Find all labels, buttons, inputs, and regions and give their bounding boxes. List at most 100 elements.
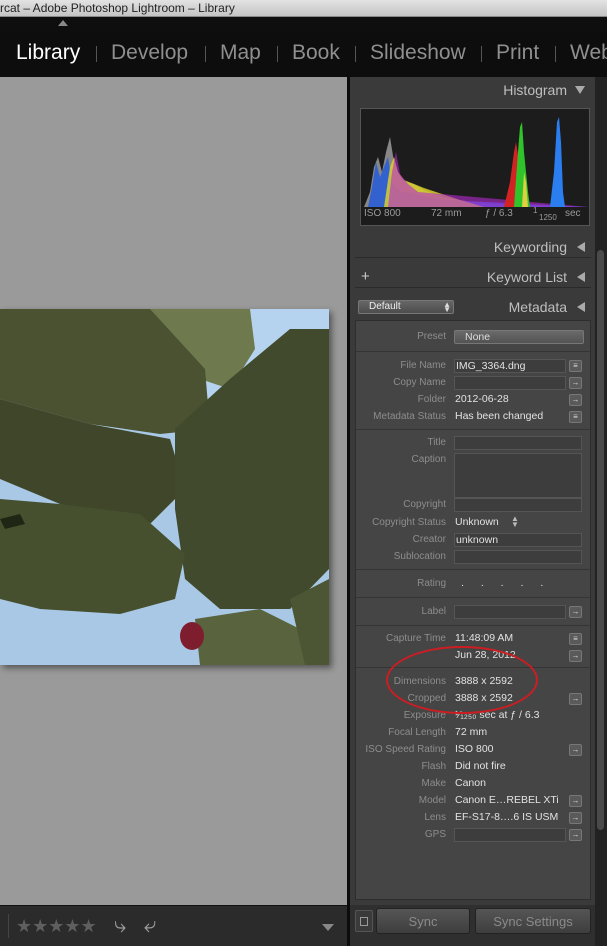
sync-lock-button[interactable] — [355, 910, 373, 932]
copy-name-label: Copy Name — [393, 377, 446, 388]
histogram-display[interactable]: ISO 800 72 mm ƒ / 6.3 1 1250 sec — [360, 108, 590, 226]
arrow-icon[interactable]: → — [569, 744, 582, 756]
collapse-top-panel-icon[interactable] — [58, 20, 68, 26]
histogram-shutter-unit: sec — [565, 208, 581, 219]
title-field[interactable] — [454, 436, 582, 450]
folder-value: 2012-06-28 — [455, 393, 509, 405]
lens-row: Lens EF-S17-8….6 IS USM → — [356, 809, 590, 826]
module-book[interactable]: Book — [292, 41, 340, 65]
metadata-status-row: Metadata Status Has been changed ≡ — [356, 408, 590, 425]
photo-preview[interactable] — [0, 309, 329, 665]
divider — [356, 351, 590, 352]
histogram-header[interactable]: Histogram — [355, 79, 591, 101]
sync-settings-button[interactable]: Sync Settings — [475, 908, 591, 934]
preset-select[interactable]: None — [454, 330, 584, 344]
module-map[interactable]: Map — [220, 41, 261, 65]
module-develop[interactable]: Develop — [111, 41, 188, 65]
keywording-title: Keywording — [493, 239, 567, 255]
copyright-field[interactable] — [454, 498, 582, 512]
rotate-left-icon[interactable]: ⤷ — [114, 912, 126, 938]
arrow-icon[interactable]: → — [569, 812, 582, 824]
sync-button[interactable]: Sync — [376, 908, 470, 934]
rating-row: Rating . . . . . — [356, 575, 590, 592]
module-web[interactable]: Web — [570, 41, 607, 65]
keywording-header[interactable]: Keywording — [355, 236, 591, 258]
copy-name-field[interactable] — [454, 376, 566, 390]
expand-left-icon[interactable] — [577, 302, 585, 312]
lens-label: Lens — [424, 812, 446, 823]
loupe-viewer[interactable] — [0, 77, 347, 905]
rating-dots[interactable]: . . . . . — [460, 577, 588, 591]
list-icon[interactable]: ≡ — [569, 633, 582, 645]
list-icon[interactable]: ≡ — [569, 411, 582, 423]
histogram-title: Histogram — [503, 82, 567, 98]
divider — [356, 625, 590, 626]
sublocation-row: Sublocation — [356, 548, 590, 565]
metadata-status-value: Has been changed — [455, 410, 544, 422]
gps-field[interactable] — [454, 828, 566, 842]
arrow-icon[interactable]: → — [569, 795, 582, 807]
module-slideshow[interactable]: Slideshow — [370, 41, 466, 65]
module-print[interactable]: Print — [496, 41, 539, 65]
make-row: Make Canon — [356, 775, 590, 792]
arrow-icon[interactable]: → — [569, 394, 582, 406]
creator-row: Creator unknown — [356, 531, 590, 548]
divider — [356, 429, 590, 430]
histogram-focal: 72 mm — [431, 208, 462, 219]
top-panel-strip[interactable] — [0, 17, 607, 31]
copyright-label: Copyright — [403, 499, 446, 510]
module-library[interactable]: Library — [16, 41, 80, 65]
copyright-row: Copyright — [356, 496, 590, 513]
collapse-down-icon[interactable] — [575, 86, 585, 94]
arrow-icon[interactable]: → — [569, 693, 582, 705]
capture-time-label: Capture Time — [385, 633, 446, 644]
metadata-view-select[interactable]: Default ▲ ▼ — [358, 300, 454, 314]
star-rating[interactable]: ★★★★★ — [16, 916, 97, 937]
copyright-status-row: Copyright Status Unknown ▲ ▼ — [356, 514, 590, 531]
arrow-icon[interactable]: → — [569, 650, 582, 662]
arrow-icon[interactable]: → — [569, 377, 582, 389]
histogram-info: ISO 800 72 mm ƒ / 6.3 1 1250 sec — [361, 206, 589, 224]
label-field[interactable] — [454, 605, 566, 619]
copyright-status-label: Copyright Status — [372, 517, 446, 528]
copy-name-row: Copy Name → — [356, 374, 590, 391]
title-row: Title — [356, 434, 590, 451]
expand-left-icon[interactable] — [577, 242, 585, 252]
arrow-icon[interactable]: → — [569, 606, 582, 618]
iso-row: ISO Speed Rating ISO 800 → — [356, 741, 590, 758]
file-name-field[interactable]: IMG_3364.dng — [454, 359, 566, 373]
folder-row: Folder 2012-06-28 → — [356, 391, 590, 408]
sublocation-label: Sublocation — [393, 551, 446, 562]
gps-row: GPS → — [356, 826, 590, 843]
label-row: Label → — [356, 603, 590, 620]
focal-length-label: Focal Length — [388, 727, 446, 738]
histogram-shutter-den: 1250 — [539, 213, 557, 222]
list-icon[interactable]: ≡ — [569, 360, 582, 372]
scrollbar-thumb[interactable] — [597, 250, 604, 830]
make-value: Canon — [455, 777, 486, 789]
sublocation-field[interactable] — [454, 550, 582, 564]
metadata-view-value: Default — [369, 301, 401, 312]
flash-row: Flash Did not fire — [356, 758, 590, 775]
focal-length-row: Focal Length 72 mm — [356, 724, 590, 741]
iso-label: ISO Speed Rating — [365, 744, 446, 755]
module-separator — [96, 46, 97, 62]
add-keyword-icon[interactable]: + — [361, 266, 370, 288]
window-title: rcat – Adobe Photoshop Lightroom – Libra… — [0, 1, 235, 15]
focal-length-value: 72 mm — [455, 726, 488, 738]
lock-icon — [360, 917, 368, 926]
module-separator — [481, 46, 482, 62]
creator-field[interactable]: unknown — [454, 533, 582, 547]
toolbar-menu-icon[interactable] — [322, 924, 334, 931]
histogram-iso: ISO 800 — [364, 208, 401, 219]
keyword-list-header[interactable]: + Keyword List — [355, 266, 591, 288]
rotate-right-icon[interactable]: ⤶ — [144, 912, 156, 938]
caption-field[interactable] — [454, 453, 582, 498]
rating-label: Rating — [417, 578, 446, 589]
caption-row: Caption — [356, 451, 590, 498]
arrow-icon[interactable]: → — [569, 829, 582, 841]
module-separator — [205, 46, 206, 62]
flash-label: Flash — [421, 761, 446, 772]
stepper-icon: ▲ ▼ — [511, 514, 519, 529]
expand-left-icon[interactable] — [577, 272, 585, 282]
